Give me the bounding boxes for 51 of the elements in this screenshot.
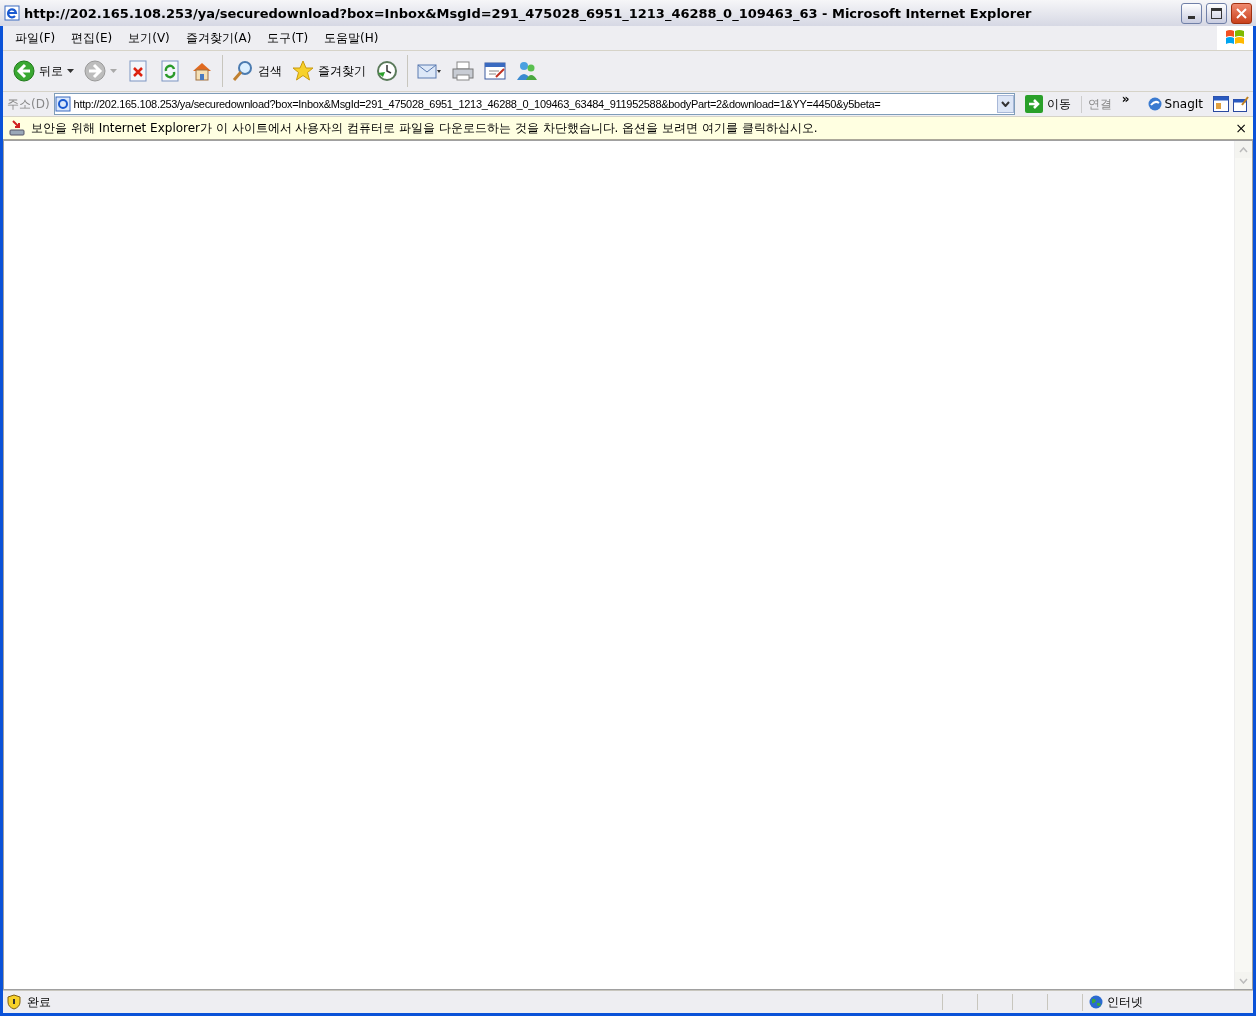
- refresh-icon: [159, 60, 181, 82]
- minimize-button[interactable]: [1181, 2, 1202, 24]
- zone-label: 인터넷: [1107, 993, 1143, 1011]
- snagit-button[interactable]: SnagIt: [1141, 96, 1209, 112]
- maximize-button[interactable]: [1206, 2, 1227, 24]
- security-info-bar[interactable]: 보안을 위해 Internet Explorer가 이 사이트에서 사용자의 컴퓨터로 파일을 다운로드하는 것을 차단했습니다. 옵션을 보려면 여기를 클릭하십시오.: [31, 119, 1230, 137]
- windows-flag-icon: [1225, 29, 1245, 47]
- people-icon: [516, 60, 538, 82]
- address-field[interactable]: http://202.165.108.253/ya/securedownload?box=Inbox&MsgId=291_475028_6951_1213_46288_0_109463_63484_911952588&bodyPart=2&download=1&YY=4450&y5beta=: [53, 93, 1015, 115]
- back-arrow-icon: [13, 60, 35, 82]
- close-icon: [1236, 7, 1247, 19]
- maximize-icon: [1211, 7, 1222, 19]
- search-button[interactable]: 검색: [228, 57, 286, 85]
- stop-icon: [127, 60, 149, 82]
- menu-item[interactable]: 편집(E): [63, 27, 121, 49]
- links-label: 연결: [1080, 95, 1118, 113]
- clock-icon: [376, 60, 398, 82]
- search-icon: [232, 60, 254, 82]
- menu-item[interactable]: 보기(V): [120, 27, 178, 49]
- chevron-down-icon: [1000, 101, 1010, 107]
- status-text: 완료: [27, 993, 52, 1011]
- caret-icon: [110, 69, 117, 73]
- menu-item[interactable]: 도구(T): [259, 27, 317, 49]
- printer-icon: [452, 60, 474, 82]
- caret-icon: [67, 69, 74, 73]
- shield-icon: [7, 994, 21, 1010]
- close-button[interactable]: ×: [1235, 120, 1247, 136]
- window-icon[interactable]: [1213, 96, 1229, 112]
- download-icon: [9, 120, 25, 136]
- menu-item[interactable]: 즐겨찾기(A): [177, 27, 260, 49]
- edit-page-icon: [484, 60, 506, 82]
- right-arrow-icon: [1024, 95, 1043, 113]
- globe-icon: [1089, 995, 1103, 1009]
- swirl-icon: [1147, 97, 1162, 111]
- address-label: 주소(D): [7, 95, 50, 113]
- star-icon: [292, 60, 314, 82]
- edit-page-icon[interactable]: [1233, 96, 1249, 112]
- close-button[interactable]: [1231, 2, 1252, 24]
- menu-item[interactable]: 도움말(H): [316, 27, 387, 49]
- dropdown-button[interactable]: [996, 95, 1014, 113]
- go-button[interactable]: 이동: [1018, 95, 1077, 113]
- minimize-icon: [1188, 15, 1195, 19]
- home-icon: [191, 60, 213, 82]
- chevron-button[interactable]: »: [1121, 92, 1130, 106]
- favorites-button[interactable]: 즐겨찾기: [288, 57, 370, 85]
- forward-arrow-icon: [84, 60, 106, 82]
- page-icon: [54, 96, 71, 112]
- window-title: http://202.165.108.253/ya/securedownload?box=Inbox&MsgId=291_475028_6951_1213_46288_0_109463_63 - Microsoft Internet Explorer: [24, 5, 1033, 21]
- back-button[interactable]: 뒤로: [9, 57, 78, 85]
- menu-item[interactable]: 파일(F): [7, 27, 64, 49]
- browser-icon: [4, 5, 20, 21]
